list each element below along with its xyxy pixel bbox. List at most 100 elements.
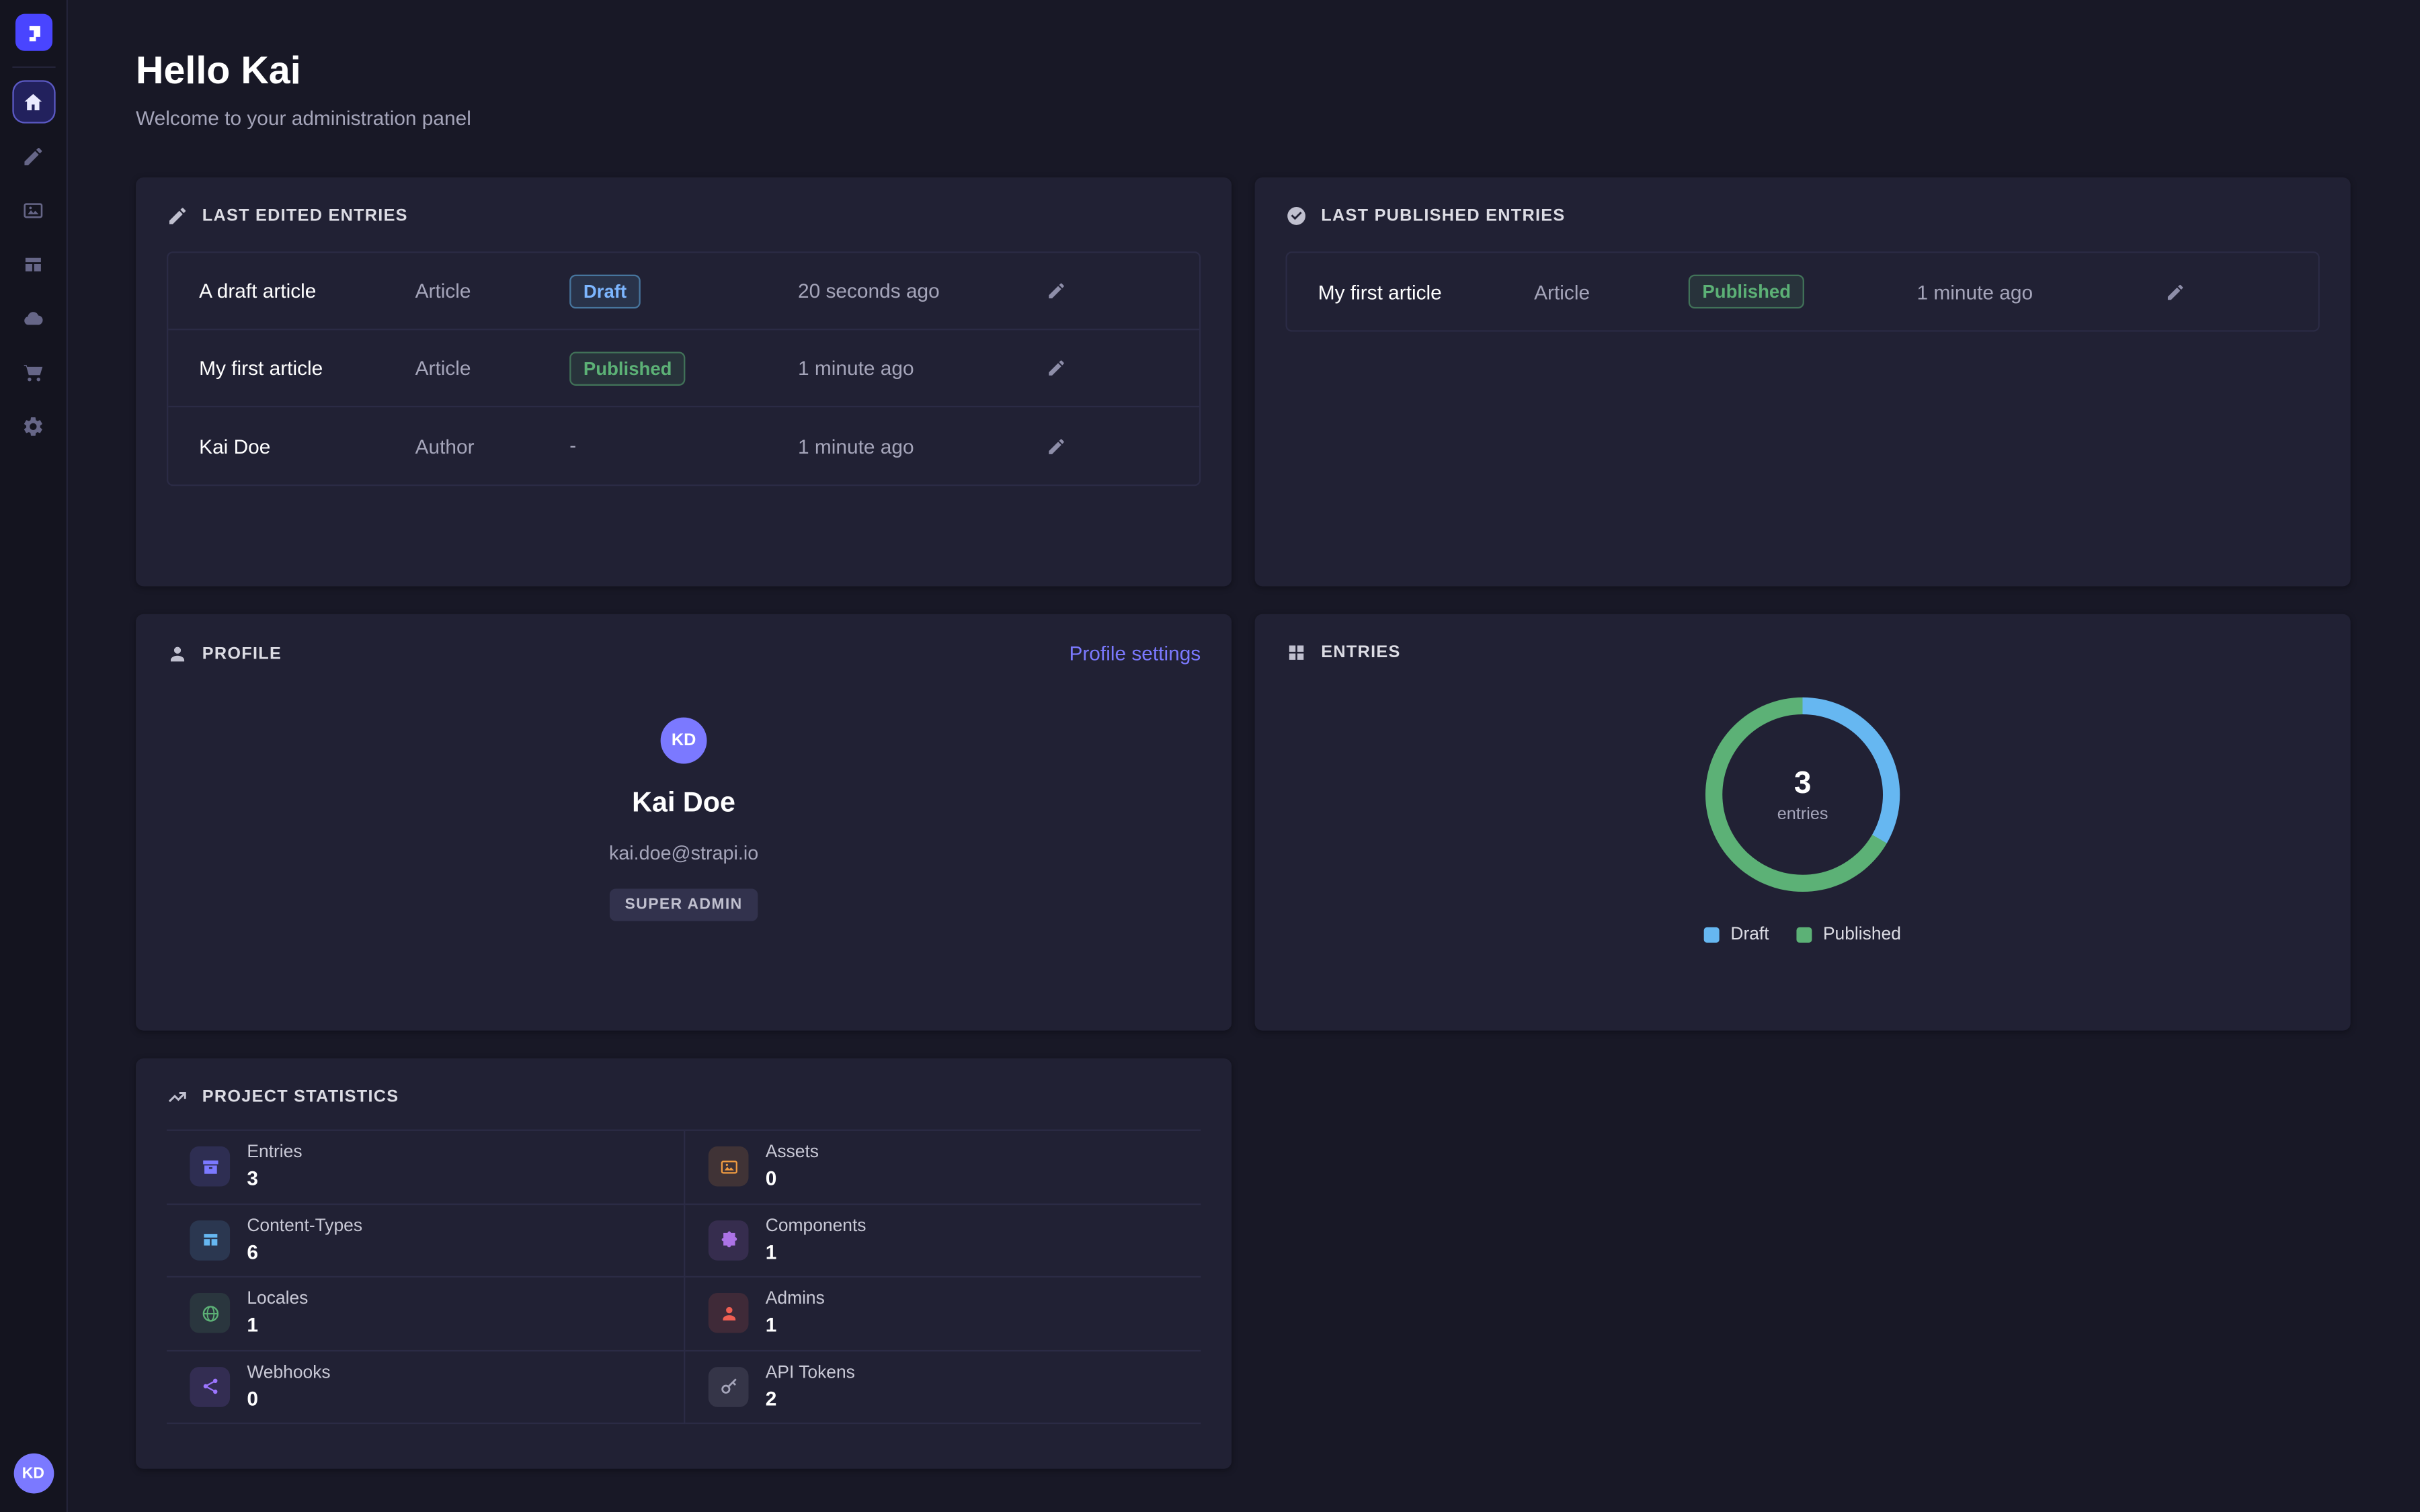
- edit-entry-button[interactable]: [1036, 271, 1076, 311]
- stat-api-tokens: API Tokens2: [684, 1351, 1201, 1424]
- sidebar-item-home[interactable]: [11, 80, 54, 123]
- donut-label: entries: [1777, 804, 1828, 823]
- sidebar-item-media-library[interactable]: [11, 188, 54, 231]
- pencil-icon: [1045, 436, 1065, 456]
- api-tokens-icon: [709, 1367, 749, 1407]
- entry-name: A draft article: [199, 280, 415, 302]
- stat-value: 1: [766, 1242, 866, 1263]
- entry-status: Draft: [569, 274, 798, 308]
- last-edited-entries-card: LAST EDITED ENTRIES A draft article Arti…: [136, 177, 1232, 586]
- gear-icon: [22, 414, 44, 437]
- grid-icon: [1286, 642, 1307, 663]
- card-title: LAST PUBLISHED ENTRIES: [1321, 207, 1565, 226]
- stat-value: 6: [247, 1242, 362, 1263]
- sidebar-item-deploy[interactable]: [11, 296, 54, 339]
- entry-name: My first article: [199, 356, 415, 379]
- stat-label: Assets: [766, 1144, 819, 1164]
- card-title: LAST EDITED ENTRIES: [202, 207, 408, 226]
- entry-type: Article: [415, 356, 570, 379]
- table-row: My first article Article Published 1 min…: [1287, 253, 2318, 331]
- card-title: PROJECT STATISTICS: [202, 1088, 399, 1107]
- pen-icon: [22, 144, 44, 167]
- admins-icon: [709, 1294, 749, 1334]
- strapi-logo[interactable]: [15, 14, 52, 51]
- stat-value: 0: [247, 1388, 330, 1410]
- entry-time: 1 minute ago: [798, 356, 1036, 379]
- sidebar: KD: [0, 0, 68, 1512]
- stat-label: Entries: [247, 1144, 302, 1164]
- trend-up-icon: [167, 1086, 188, 1107]
- legend-label: Draft: [1730, 926, 1769, 945]
- user-avatar[interactable]: KD: [13, 1454, 54, 1494]
- table-row: My first article Article Published 1 min…: [168, 330, 1199, 407]
- stat-components: Components1: [684, 1204, 1201, 1277]
- stat-value: 1: [247, 1315, 308, 1337]
- entry-name: My first article: [1318, 280, 1534, 303]
- card-header-left: PROFILE: [167, 642, 282, 664]
- webhooks-icon: [190, 1367, 230, 1407]
- sidebar-divider: [11, 67, 54, 68]
- stat-value: 1: [766, 1315, 825, 1337]
- sidebar-item-content-manager[interactable]: [11, 134, 54, 177]
- locales-icon: [190, 1294, 230, 1334]
- legend-label: Published: [1823, 926, 1901, 945]
- pencil-icon: [1045, 358, 1065, 378]
- entry-time: 20 seconds ago: [798, 280, 1036, 302]
- entry-time: 1 minute ago: [1917, 280, 2155, 303]
- card-header: PROJECT STATISTICS: [167, 1086, 1201, 1107]
- entry-type: Article: [1534, 280, 1689, 303]
- page-subtitle: Welcome to your administration panel: [136, 106, 2351, 131]
- table-row: Kai Doe Author - 1 minute ago: [168, 407, 1199, 485]
- check-circle-icon: [1286, 205, 1307, 226]
- avatar: KD: [661, 718, 707, 764]
- edit-entry-button[interactable]: [1036, 348, 1076, 388]
- home-icon: [22, 90, 44, 113]
- status-badge: Draft: [569, 274, 641, 308]
- stat-label: API Tokens: [766, 1363, 855, 1384]
- pencil-icon: [1045, 281, 1065, 301]
- profile-settings-link[interactable]: Profile settings: [1069, 642, 1201, 665]
- stat-entries: Entries 3: [167, 1131, 684, 1204]
- card-header: LAST PUBLISHED ENTRIES: [1286, 205, 2320, 226]
- pencil-icon: [167, 205, 188, 226]
- entry-name: Kai Doe: [199, 434, 415, 457]
- project-statistics-card: PROJECT STATISTICS Entries 3 Assets 0 Cont…: [136, 1058, 1232, 1469]
- profile-name: Kai Doe: [632, 787, 735, 819]
- profile-card: PROFILE Profile settings KD Kai Doe kai.…: [136, 614, 1232, 1031]
- content-types-icon: [190, 1220, 230, 1260]
- donut-center: 3 entries: [1722, 714, 1883, 875]
- user-icon: [167, 642, 188, 664]
- legend-item-draft: Draft: [1704, 926, 1769, 945]
- stat-locales: Locales1: [167, 1277, 684, 1351]
- entry-status: Published: [569, 351, 798, 385]
- entries-card: ENTRIES 3 entries Draft: [1255, 614, 2351, 1031]
- sidebar-item-marketplace[interactable]: [11, 350, 54, 393]
- assets-icon: [709, 1146, 749, 1187]
- entry-status: -: [569, 432, 798, 460]
- chart-legend: Draft Published: [1704, 926, 1901, 945]
- entry-status: Published: [1689, 275, 1917, 309]
- page-title: Hello Kai: [136, 49, 2351, 92]
- stat-label: Content-Types: [247, 1217, 362, 1237]
- legend-item-published: Published: [1797, 926, 1901, 945]
- entry-type: Author: [415, 434, 570, 457]
- donut-value: 3: [1794, 766, 1812, 802]
- stat-admins: Admins 1: [684, 1277, 1201, 1351]
- sidebar-item-settings[interactable]: [11, 405, 54, 448]
- cart-icon: [22, 360, 44, 383]
- components-icon: [709, 1220, 749, 1260]
- edit-entry-button[interactable]: [1036, 426, 1076, 466]
- draft-swatch: [1704, 927, 1720, 943]
- stat-content-types: Content-Types 6: [167, 1204, 684, 1277]
- card-title: ENTRIES: [1321, 643, 1400, 662]
- status-badge: Published: [1689, 275, 1805, 309]
- strapi-logo-icon: [22, 22, 44, 43]
- stat-label: Admins: [766, 1290, 825, 1310]
- card-header: ENTRIES: [1286, 642, 2320, 663]
- media-icon: [22, 198, 44, 221]
- sidebar-item-content-type-builder[interactable]: [11, 242, 54, 285]
- stat-value: 3: [247, 1169, 302, 1190]
- edit-entry-button[interactable]: [2154, 271, 2195, 312]
- entries-body: 3 entries Draft Published: [1286, 663, 2320, 944]
- table-row: A draft article Article Draft 20 seconds…: [168, 253, 1199, 331]
